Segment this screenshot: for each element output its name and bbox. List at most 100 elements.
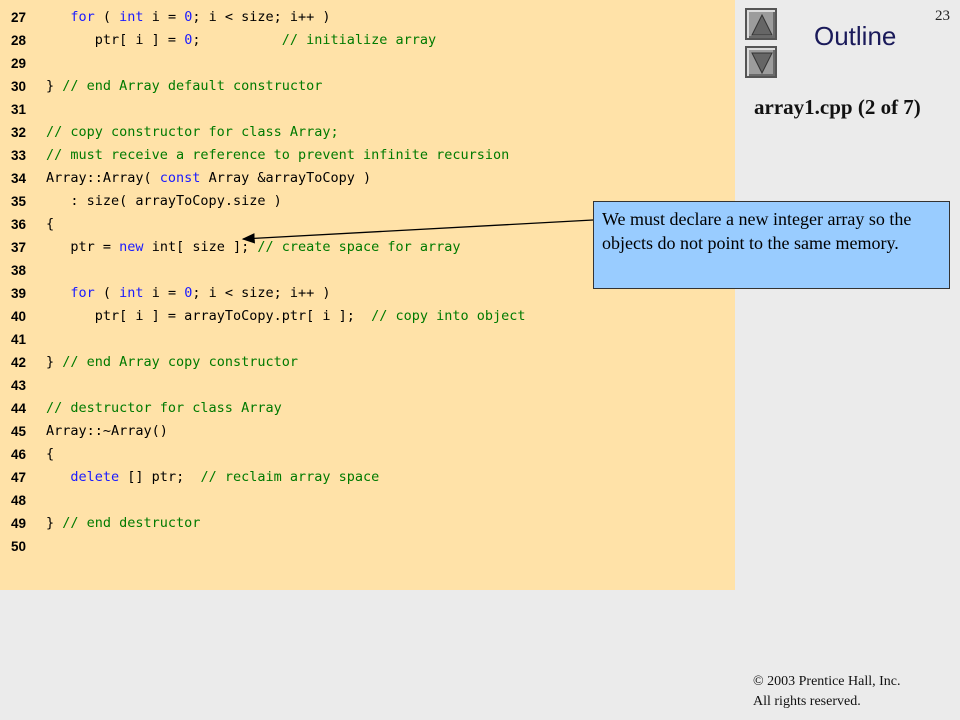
code-text: delete [] ptr; // reclaim array space [46, 466, 379, 489]
code-panel: 27 for ( int i = 0; i < size; i++ ) 28 pt… [0, 0, 735, 590]
code-line: 43 [0, 374, 735, 397]
line-number: 42 [11, 355, 27, 370]
copyright: © 2003 Prentice Hall, Inc. All rights re… [753, 672, 901, 712]
code-token: ptr[ i ] = arrayToCopy.ptr[ i ]; [94, 308, 372, 324]
line-number: 46 [11, 447, 27, 462]
line-number: 36 [11, 217, 27, 232]
next-slide-button[interactable] [745, 46, 777, 78]
line-number: 35 [11, 194, 27, 209]
line-number: 45 [11, 424, 27, 439]
code-comment: // end Array default constructor [62, 78, 323, 94]
line-number: 38 [11, 263, 27, 278]
code-token: } [46, 78, 63, 94]
previous-slide-button[interactable] [745, 8, 777, 40]
line-number: 37 [11, 240, 27, 255]
code-line: 28 ptr[ i ] = 0; // initialize array [0, 29, 735, 52]
copyright-line-1: 2003 Prentice Hall, Inc. [763, 674, 901, 689]
code-token: ; i < size; i++ ) [192, 9, 331, 25]
line-number: 40 [11, 309, 27, 324]
code-comment: // initialize array [281, 32, 437, 48]
code-token: int[ size ]; [143, 239, 258, 255]
copyright-symbol: © [753, 674, 764, 689]
code-keyword: int [119, 285, 144, 301]
line-number: 31 [11, 102, 27, 117]
line-number: 34 [11, 171, 27, 186]
line-number: 48 [11, 493, 27, 508]
code-text: : size( arrayToCopy.size ) [46, 190, 282, 213]
code-comment: // end Array copy constructor [62, 354, 298, 370]
code-comment: // end destructor [62, 515, 201, 531]
code-token: i = [143, 285, 185, 301]
line-number: 43 [11, 378, 27, 393]
code-line: 31 [0, 98, 735, 121]
line-number: 32 [11, 125, 27, 140]
code-keyword: int [119, 9, 144, 25]
outline-label: Outline [814, 21, 897, 51]
code-line: 42} // end Array copy constructor [0, 351, 735, 374]
code-token: { [46, 446, 55, 462]
slide-number: 23 [935, 8, 950, 24]
code-token: Array::Array( [46, 170, 160, 186]
code-token: ( [94, 285, 120, 301]
code-line: 49 } // end destructor [0, 512, 735, 535]
code-line: 40 ptr[ i ] = arrayToCopy.ptr[ i ]; // c… [0, 305, 735, 328]
code-token: ptr[ i ] = [94, 32, 185, 48]
code-comment: // reclaim array space [200, 469, 380, 485]
code-line: 33 // must receive a reference to prevent… [0, 144, 735, 167]
code-line: 30} // end Array default constructor [0, 75, 735, 98]
code-token: } [46, 354, 63, 370]
code-line: 29 [0, 52, 735, 75]
code-token: { [46, 216, 55, 232]
code-line: 32 // copy constructor for class Array; [0, 121, 735, 144]
line-number: 49 [11, 516, 27, 531]
code-keyword: for [70, 9, 95, 25]
code-text: for ( int i = 0; i < size; i++ ) [46, 282, 331, 305]
code-text: // destructor for class Array [46, 397, 282, 420]
code-keyword: new [119, 239, 144, 255]
code-line: 47 delete [] ptr; // reclaim array space [0, 466, 735, 489]
callout-box: We must declare a new integer array so t… [593, 201, 950, 289]
line-number: 30 [11, 79, 27, 94]
code-line: 27 for ( int i = 0; i < size; i++ ) [0, 6, 735, 29]
line-number: 28 [11, 33, 27, 48]
code-comment: // copy into object [371, 308, 526, 324]
code-text: { [46, 443, 54, 466]
code-token: : size( arrayToCopy.size ) [70, 193, 282, 209]
line-number: 47 [11, 470, 27, 485]
line-number: 41 [11, 332, 27, 347]
code-text: } // end Array copy constructor [46, 351, 298, 374]
line-number: 29 [11, 56, 27, 71]
code-text: Array::~Array() [46, 420, 168, 443]
code-text: } // end destructor [46, 512, 200, 535]
code-text: ptr[ i ] = arrayToCopy.ptr[ i ]; // copy… [46, 305, 526, 328]
code-token: [] ptr; [119, 469, 201, 485]
code-token: ptr = [70, 239, 120, 255]
code-text: for ( int i = 0; i < size; i++ ) [46, 6, 331, 29]
code-line: 41 [0, 328, 735, 351]
file-caption: array1.cpp (2 of 7) [754, 95, 921, 119]
code-token: i = [143, 9, 185, 25]
code-token: ; [192, 32, 282, 48]
code-keyword: delete [70, 469, 120, 485]
line-number: 44 [11, 401, 27, 416]
code-keyword: for [70, 285, 95, 301]
code-line: 34 Array::Array( const Array &arrayToCopy… [0, 167, 735, 190]
code-line: 46 { [0, 443, 735, 466]
code-comment: // must receive a reference to prevent i… [46, 147, 510, 163]
triangle-down-icon [751, 52, 773, 75]
code-text: // must receive a reference to prevent i… [46, 144, 509, 167]
code-token: ; i < size; i++ ) [192, 285, 331, 301]
line-number: 39 [11, 286, 27, 301]
callout-text: We must declare a new integer array so t… [602, 209, 912, 253]
code-text: } // end Array default constructor [46, 75, 322, 98]
code-token: Array::~Array() [46, 423, 168, 439]
code-line: 48 [0, 489, 735, 512]
code-line: 45 Array::~Array() [0, 420, 735, 443]
code-text: Array::Array( const Array &arrayToCopy ) [46, 167, 371, 190]
copyright-line-2: All rights reserved. [753, 694, 861, 709]
